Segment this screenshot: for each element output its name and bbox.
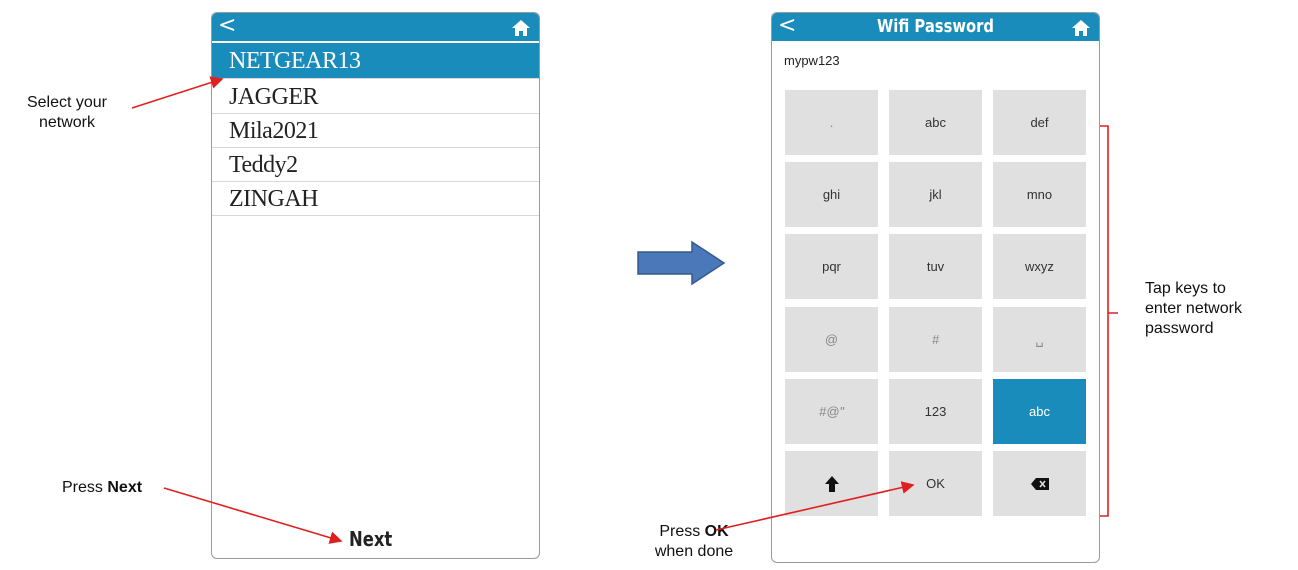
select-network-arrow [131,76,224,109]
press-ok-arrow [715,481,915,531]
press-next-arrow [163,487,343,544]
annotation-arrows [131,76,915,544]
